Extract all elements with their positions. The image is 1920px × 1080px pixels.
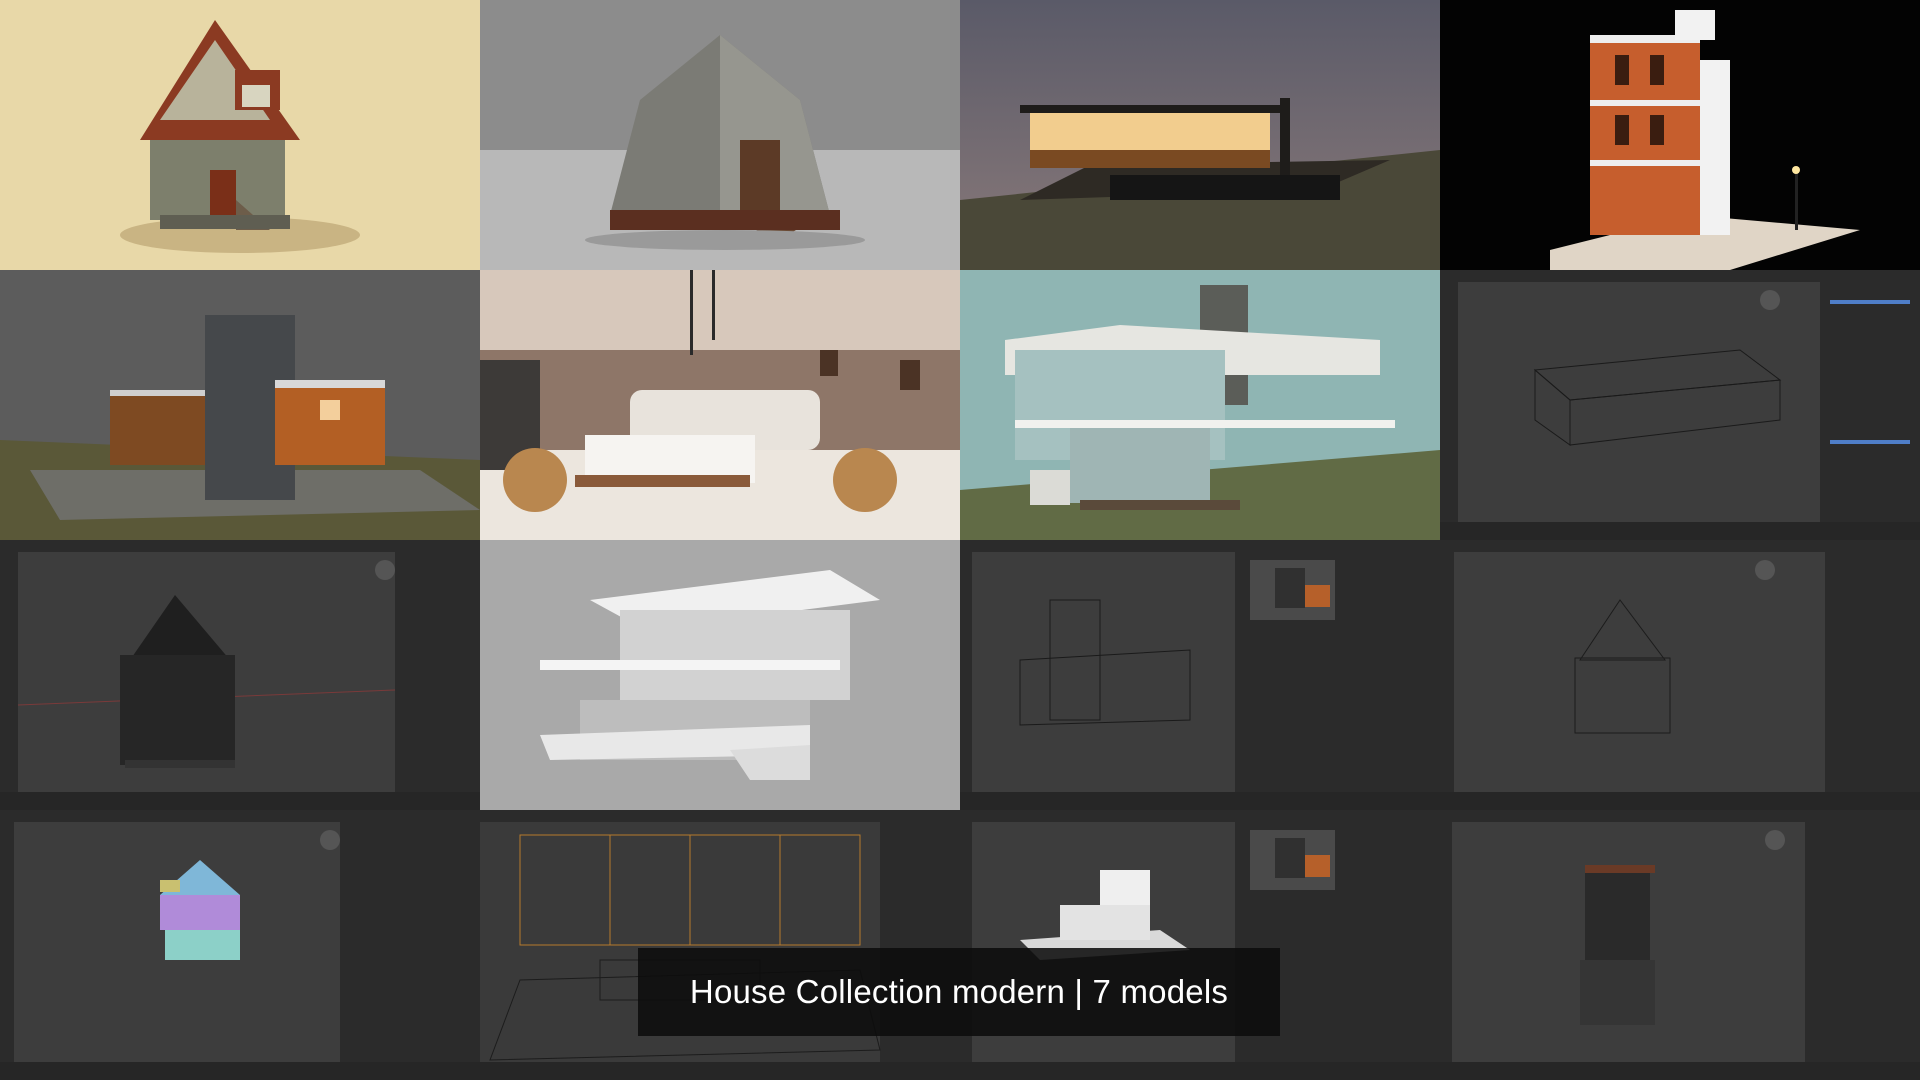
viewport-cottage-dark-image bbox=[0, 540, 480, 810]
tile-viewport-white-house bbox=[960, 810, 1440, 1080]
viewport-wireframe-interior-image bbox=[480, 810, 960, 1080]
tile-modern-house-lit-render bbox=[960, 0, 1440, 270]
white-clay-house-image bbox=[480, 540, 960, 810]
tile-cottage-tall-render bbox=[0, 0, 480, 270]
tile-modern-house-tower-render bbox=[0, 270, 480, 540]
tile-townhouse-night-render bbox=[1440, 0, 1920, 270]
modern-house-tower-image bbox=[0, 270, 480, 540]
collection-caption: House Collection modern | 7 models bbox=[638, 948, 1280, 1036]
viewport-wireframe-house-image bbox=[1440, 270, 1920, 540]
tile-viewport-townhouse bbox=[1440, 810, 1920, 1080]
cottage-tall-image bbox=[0, 0, 480, 270]
modern-house-lit-image bbox=[960, 0, 1440, 270]
tile-viewport-wireframe-tower bbox=[960, 540, 1440, 810]
viewport-wireframe-tower-image bbox=[960, 540, 1440, 810]
tile-viewport-wireframe-cottage bbox=[1440, 540, 1920, 810]
collection-grid bbox=[0, 0, 1920, 1080]
tile-modern-house-balcony-render bbox=[960, 270, 1440, 540]
tile-viewport-cottage-dark bbox=[0, 540, 480, 810]
viewport-white-house-image bbox=[960, 810, 1440, 1080]
tile-living-room-render bbox=[480, 270, 960, 540]
tile-white-clay-house-render bbox=[480, 540, 960, 810]
tile-viewport-wireframe-interior bbox=[480, 810, 960, 1080]
tile-viewport-cottage-uv bbox=[0, 810, 480, 1080]
living-room-image bbox=[480, 270, 960, 540]
cottage-stone-image bbox=[480, 0, 960, 270]
townhouse-night-image bbox=[1440, 0, 1920, 270]
viewport-townhouse-image bbox=[1440, 810, 1920, 1080]
tile-viewport-wireframe-house bbox=[1440, 270, 1920, 540]
modern-house-balcony-image bbox=[960, 270, 1440, 540]
tile-cottage-stone-render bbox=[480, 0, 960, 270]
viewport-wireframe-cottage-image bbox=[1440, 540, 1920, 810]
viewport-cottage-uv-image bbox=[0, 810, 480, 1080]
caption-text: House Collection modern | 7 models bbox=[689, 973, 1229, 1010]
